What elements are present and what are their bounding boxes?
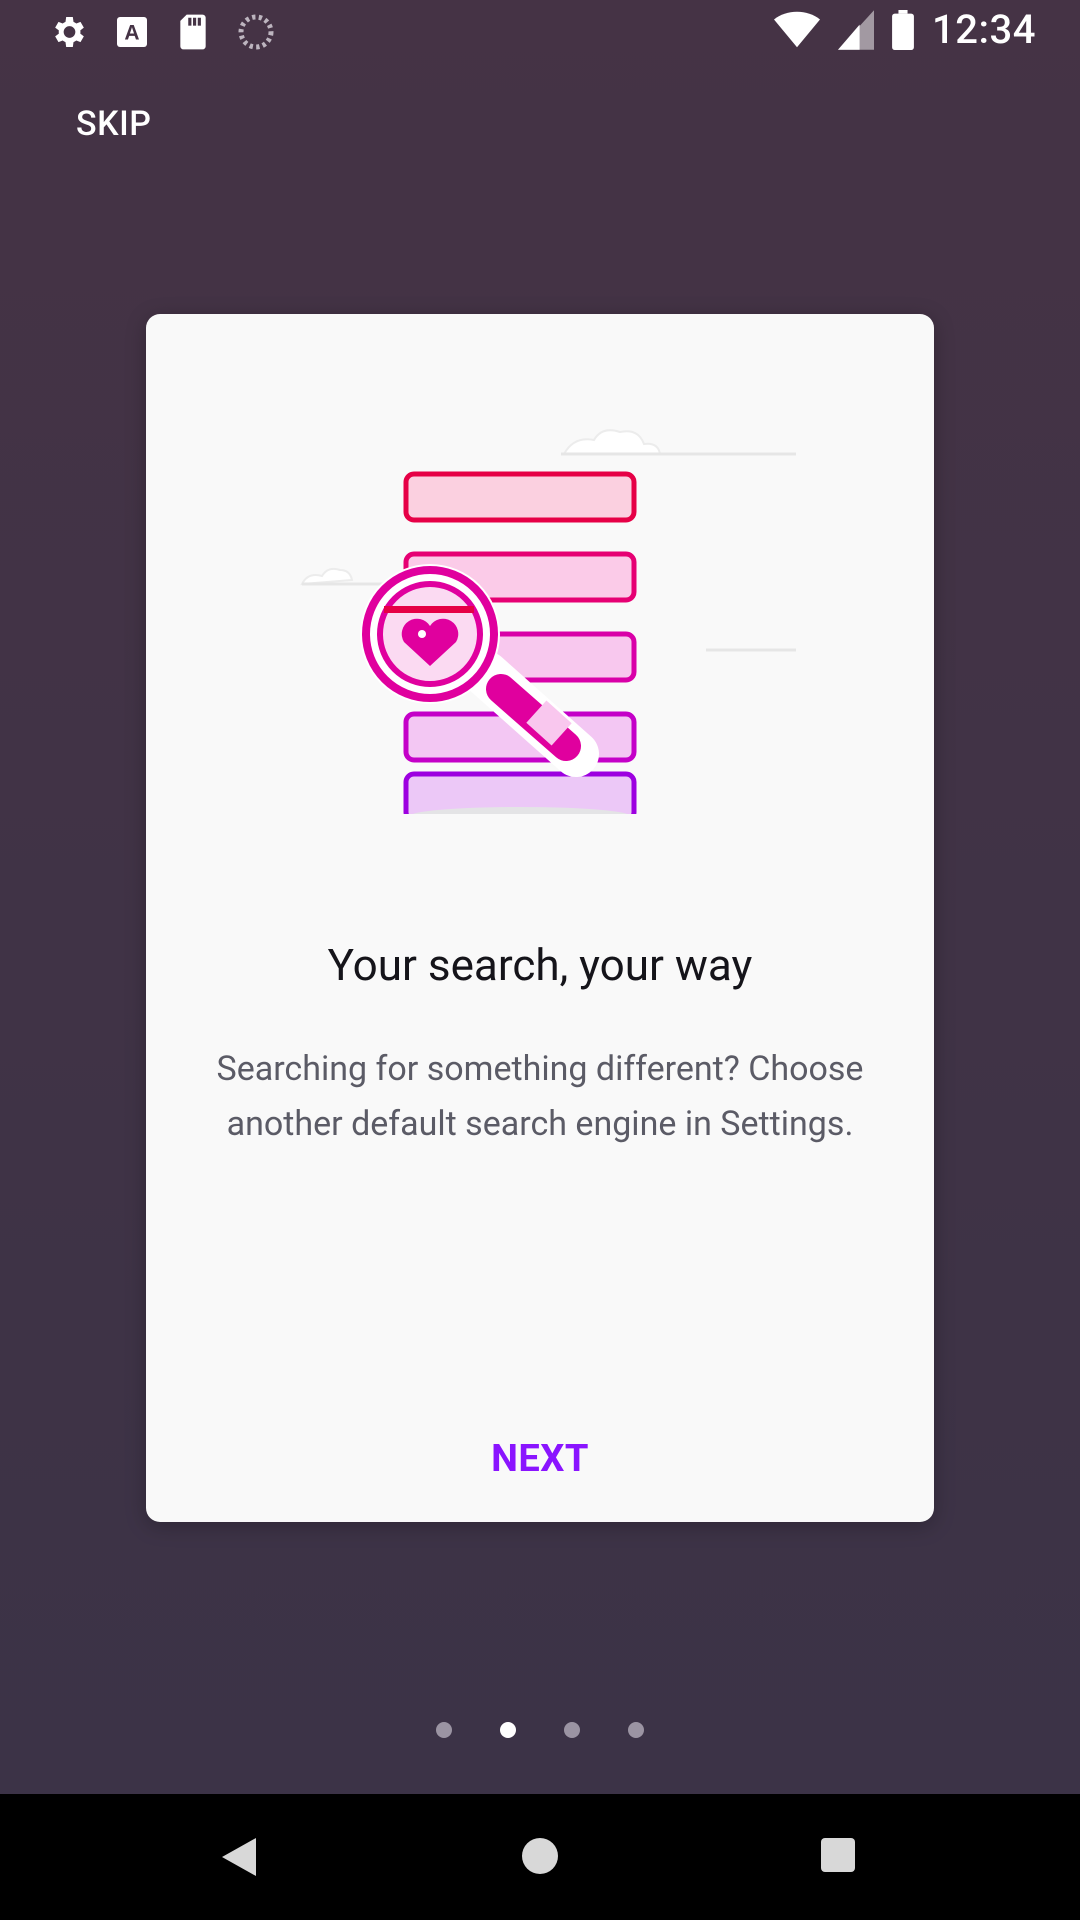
text-a-icon: A [117, 17, 147, 47]
pager-dot-active[interactable] [500, 1722, 516, 1738]
navigation-bar [0, 1794, 1080, 1920]
card-body: Searching for something different? Choos… [216, 1049, 864, 1144]
next-button[interactable]: NEXT [440, 1424, 640, 1494]
status-time: 12:34 [932, 6, 1036, 53]
sd-card-icon [180, 14, 206, 50]
onboarding-card: Your search, your way Searching for some… [146, 314, 934, 1522]
status-bar: A 12:34 [0, 0, 1080, 64]
pager-dot[interactable] [436, 1722, 452, 1738]
battery-icon [892, 9, 914, 50]
status-bar-left: A [48, 12, 276, 52]
recents-icon[interactable] [821, 1838, 855, 1872]
loading-icon [238, 14, 274, 50]
search-illustration [300, 429, 796, 814]
pager-dot[interactable] [564, 1722, 580, 1738]
home-icon[interactable] [522, 1838, 558, 1874]
status-bar-right: 12:34 [774, 6, 1036, 53]
signal-icon [838, 9, 875, 50]
back-icon[interactable] [222, 1838, 256, 1876]
card-title: Your search, your way [327, 939, 753, 991]
skip-button[interactable]: SKIP [76, 104, 151, 144]
pager-dot[interactable] [628, 1722, 644, 1738]
wifi-icon [774, 11, 821, 47]
gear-icon [55, 17, 84, 47]
pager-indicator [0, 1722, 1080, 1738]
svg-text:A: A [124, 22, 139, 45]
